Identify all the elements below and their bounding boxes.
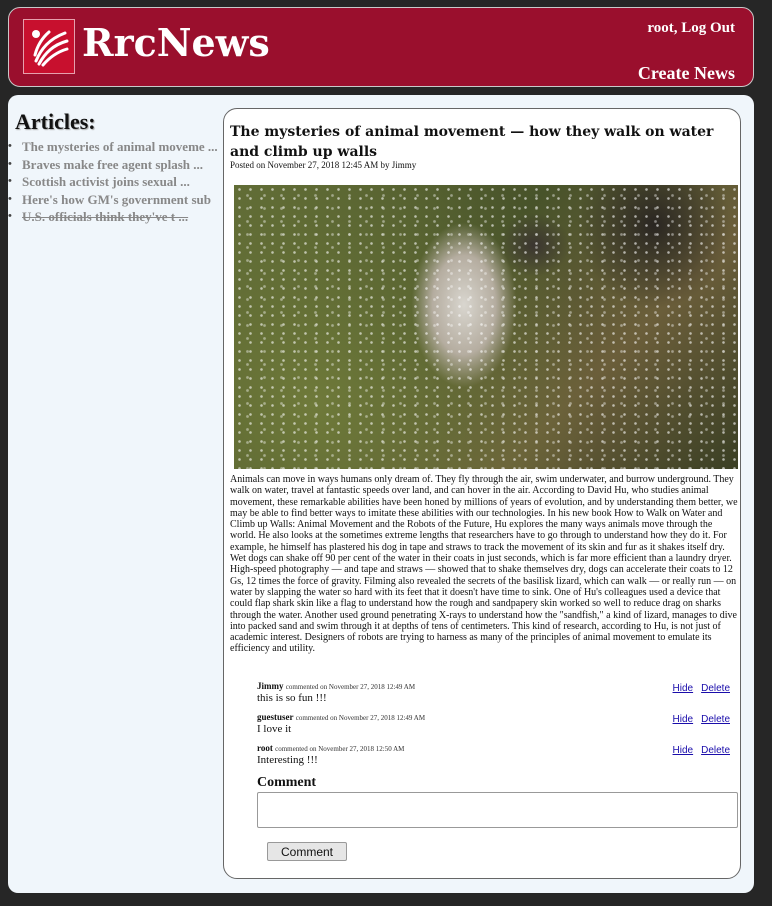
comment-meta: commented on November 27, 2018 12:49 AM (295, 714, 426, 722)
dog-shaking-water-photo (234, 185, 738, 469)
article-body: Animals can move in ways humans only dre… (230, 474, 738, 655)
swirl-logo-icon (32, 29, 69, 66)
article-title: The mysteries of animal movement — how t… (230, 124, 714, 160)
article-list-item[interactable]: Here's how GM's government sub (8, 191, 218, 209)
comment-input[interactable] (257, 792, 738, 828)
hide-comment-link[interactable]: Hide (673, 745, 694, 756)
article-list-item[interactable]: The mysteries of animal moveme ... (8, 138, 218, 156)
logout-link[interactable]: Log Out (681, 20, 735, 36)
article-list-item[interactable]: U.S. officials think they've t ... (8, 208, 218, 226)
comment: root commented on November 27, 2018 12:5… (257, 743, 737, 766)
create-news-link[interactable]: Create News (638, 63, 735, 84)
article-posted-meta: Posted on November 27, 2018 12:45 AM by … (230, 160, 417, 170)
submit-comment-button[interactable]: Comment (267, 842, 347, 861)
user-area: root, Log Out (647, 20, 735, 36)
articles-heading: Articles: (15, 109, 96, 134)
hide-comment-link[interactable]: Hide (673, 683, 694, 694)
delete-comment-link[interactable]: Delete (701, 714, 730, 725)
site-title[interactable]: RrcNews (82, 20, 270, 65)
site-logo[interactable] (23, 19, 75, 74)
comment-author: root (257, 743, 273, 753)
comment-form-label: Comment (257, 775, 317, 790)
comment-author: guestuser (257, 712, 294, 722)
comment: guestuser commented on November 27, 2018… (257, 712, 737, 735)
comment-author: Jimmy (257, 681, 284, 691)
water-spray (234, 185, 738, 469)
article-list: The mysteries of animal moveme ... Brave… (8, 138, 218, 226)
comment-meta: commented on November 27, 2018 12:50 AM (275, 745, 405, 753)
comment: Jimmy commented on November 27, 2018 12:… (257, 681, 737, 704)
comment-meta: commented on November 27, 2018 12:49 AM (285, 683, 416, 691)
article-list-item[interactable]: Scottish activist joins sexual ... (8, 173, 218, 191)
delete-comment-link[interactable]: Delete (701, 745, 730, 756)
article-list-item[interactable]: Braves make free agent splash ... (8, 156, 218, 174)
delete-comment-link[interactable]: Delete (701, 683, 730, 694)
hide-comment-link[interactable]: Hide (673, 714, 694, 725)
username: root (647, 20, 674, 36)
site-header: RrcNews root, Log Out Create News (8, 7, 754, 87)
